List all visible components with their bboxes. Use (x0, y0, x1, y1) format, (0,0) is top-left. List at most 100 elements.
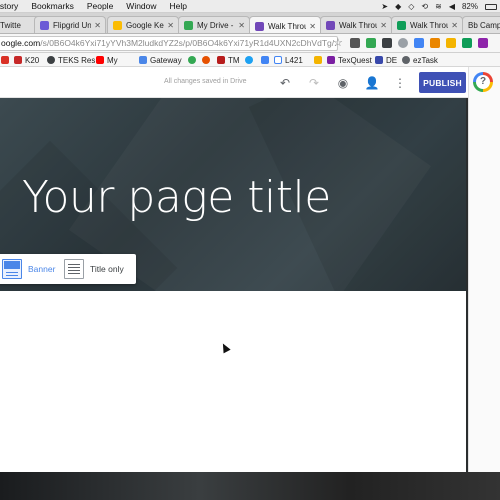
drive-favicon-icon (184, 21, 193, 30)
tab-close-icon[interactable]: ✕ (380, 21, 387, 30)
bookmark-item[interactable]: TexQuest (327, 55, 372, 65)
bookmark-item[interactable]: K20 (14, 55, 39, 65)
more-options-icon[interactable]: ⋮ (392, 75, 408, 91)
tab-label: My Drive - G (197, 21, 235, 30)
save-status-text: All changes saved in Drive (164, 78, 247, 85)
bookmark-icon (1, 56, 9, 64)
bookmark-label: TM (228, 55, 240, 65)
extension-icon[interactable] (382, 38, 392, 48)
bookmark-item[interactable]: TM (217, 55, 240, 65)
bookmark-item[interactable]: L421 (274, 55, 303, 65)
header-type-selector: Banner Title only (0, 254, 136, 284)
sync-icon[interactable]: ⟲ (421, 2, 428, 11)
share-icon[interactable]: 👤 (364, 75, 380, 91)
menu-history[interactable]: istory (0, 1, 18, 11)
tab-label: Bb Campus (468, 21, 500, 30)
extension-icon[interactable] (366, 38, 376, 48)
preview-icon[interactable]: ◉ (335, 75, 351, 91)
tab-close-icon[interactable]: ✕ (451, 21, 458, 30)
bookmark-icon (217, 56, 225, 64)
publish-button[interactable]: PUBLISH (419, 72, 466, 93)
bookmark-item[interactable]: Gateway (139, 55, 182, 65)
browser-tab-active[interactable]: Walk Throug ✕ (249, 16, 321, 33)
extension-icon[interactable] (462, 38, 472, 48)
browser-tab[interactable]: Google Keep ✕ (107, 16, 179, 33)
menu-people[interactable]: People (87, 1, 113, 11)
browser-tab[interactable]: My Drive - G ✕ (178, 16, 250, 33)
header-type-title-only-option[interactable]: Title only (64, 259, 124, 279)
bookmark-icon (47, 56, 55, 64)
battery-percent[interactable]: 82% (462, 2, 478, 11)
tab-close-icon[interactable]: ✕ (309, 22, 316, 31)
flipgrid-favicon-icon (40, 21, 49, 30)
browser-tab-strip: Twitte ✕ Flipgrid Unpl ✕ Google Keep ✕ M… (0, 13, 500, 34)
tab-close-icon[interactable]: ✕ (94, 21, 101, 30)
title-only-layout-icon (64, 259, 84, 279)
extension-icon[interactable] (414, 38, 424, 48)
page-content-area[interactable] (0, 291, 466, 472)
bookmark-icon (188, 56, 196, 64)
bookmark-icon (139, 56, 147, 64)
redo-icon[interactable]: ↷ (306, 75, 322, 91)
volume-icon[interactable]: ◀ (449, 2, 455, 11)
bookmark-item[interactable]: ezTask (402, 55, 438, 65)
tab-close-icon[interactable]: ✕ (167, 21, 174, 30)
undo-icon[interactable]: ↶ (277, 75, 293, 91)
shield-icon[interactable]: ◆ (395, 2, 401, 11)
header-type-label: Banner (28, 264, 56, 274)
bookmark-icon (261, 56, 269, 64)
bookmark-icon (314, 56, 322, 64)
youtube-icon (96, 56, 104, 64)
browser-address-bar: oogle.com/s/0B6O4k6Yxi71yYVh3M2ludkdYZ2s… (0, 34, 500, 53)
bookmark-item[interactable] (202, 55, 213, 65)
bookmark-icon (274, 56, 282, 64)
browser-tab[interactable]: Walk Throug ✕ (320, 16, 392, 33)
wifi-icon[interactable]: ≋ (435, 2, 442, 11)
bookmark-item[interactable] (188, 55, 199, 65)
keep-favicon-icon (113, 21, 122, 30)
dropbox-icon[interactable]: ◇ (408, 2, 414, 11)
extension-icon[interactable] (446, 38, 456, 48)
header-type-banner-option[interactable]: Banner (2, 259, 55, 279)
sites-favicon-icon (255, 21, 264, 31)
extension-icon[interactable] (478, 38, 488, 48)
bookmark-item[interactable]: TEKS Res (47, 55, 95, 65)
bookmark-label: My (107, 55, 118, 65)
menu-bar-tray: ➤ ◆ ◇ ⟲ ≋ ◀ 82% (381, 0, 497, 12)
browser-tab[interactable]: Walk Throug ✕ (391, 16, 463, 33)
header-type-label: Title only (90, 264, 124, 274)
bookmark-item[interactable]: My (96, 55, 118, 65)
menu-window[interactable]: Window (126, 1, 156, 11)
bookmark-label: L421 (285, 55, 303, 65)
bookmark-item[interactable]: DE (375, 55, 397, 65)
bookmark-item[interactable] (245, 55, 256, 65)
bookmarks-bar: K20 TEKS Res My Gateway TM L421 TexQuest… (0, 53, 500, 67)
tab-label: Walk Throug (339, 21, 377, 30)
bookmark-icon (327, 56, 335, 64)
location-icon: ➤ (381, 2, 389, 11)
tab-label: Twitte (0, 21, 21, 30)
extension-icon[interactable] (398, 38, 408, 48)
extension-icon[interactable] (350, 38, 360, 48)
browser-tab[interactable]: Bb Campus (462, 16, 500, 33)
tab-label: Walk Throug (410, 21, 448, 30)
bookmark-item[interactable] (261, 55, 272, 65)
url-host: oogle.com (1, 38, 41, 48)
browser-tab[interactable]: Flipgrid Unpl ✕ (34, 16, 106, 33)
menu-bookmarks[interactable]: Bookmarks (31, 1, 74, 11)
page-title[interactable]: Your page title (22, 176, 331, 220)
bookmark-item[interactable] (1, 55, 12, 65)
tab-close-icon[interactable]: ✕ (238, 21, 245, 30)
menu-help[interactable]: Help (170, 1, 187, 11)
tab-label: Google Keep (126, 21, 164, 30)
bookmark-item[interactable] (314, 55, 325, 65)
bookmark-icon (402, 56, 410, 64)
sheets-favicon-icon (397, 21, 406, 30)
bookmark-star-icon[interactable]: ☆ (333, 36, 343, 49)
help-button[interactable]: ? (473, 72, 493, 92)
bookmark-icon (202, 56, 210, 64)
url-path: /s/0B6O4k6Yxi71yYVh3M2ludkdYZ2s/p/0B6O4k… (40, 38, 338, 48)
extension-icon[interactable] (430, 38, 440, 48)
desktop-background (0, 472, 500, 500)
url-input[interactable]: oogle.com/s/0B6O4k6Yxi71yYVh3M2ludkdYZ2s… (0, 36, 338, 51)
